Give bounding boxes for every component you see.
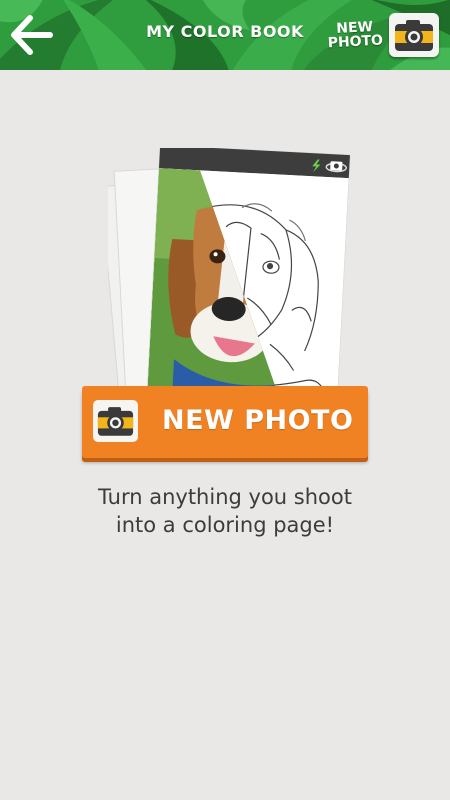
top-bar: MY COLOR BOOK NEW PHOTO bbox=[0, 0, 450, 70]
photo-to-sketch-illustration bbox=[108, 148, 351, 398]
new-photo-button-label: NEW PHOTO bbox=[162, 405, 354, 436]
camera-icon bbox=[97, 407, 134, 436]
tagline-line2: into a coloring page! bbox=[115, 513, 335, 537]
header-new-photo-label[interactable]: NEW PHOTO bbox=[325, 19, 384, 52]
camera-icon bbox=[395, 20, 433, 51]
new-photo-button[interactable]: NEW PHOTO bbox=[82, 386, 368, 458]
new-photo-camera-badge bbox=[93, 400, 138, 442]
tagline-line1: Turn anything you shoot bbox=[98, 485, 352, 509]
header-new-photo-line2: PHOTO bbox=[327, 32, 384, 52]
header-camera-button[interactable] bbox=[389, 13, 439, 57]
tagline: Turn anything you shoot into a coloring … bbox=[0, 483, 450, 539]
